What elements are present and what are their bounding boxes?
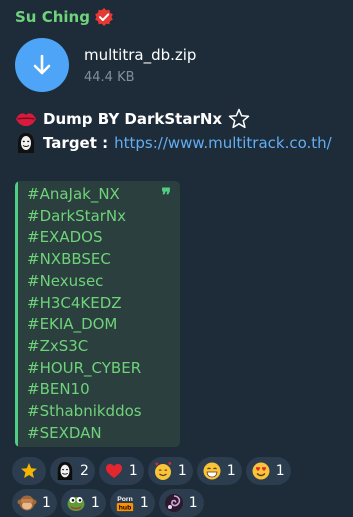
hashtag-item[interactable]: #Nexusec xyxy=(27,271,142,293)
grinning-face-icon xyxy=(202,461,222,481)
quote-accent-bar xyxy=(15,181,18,447)
reaction-count: 1 xyxy=(177,463,187,479)
reaction-grinning[interactable]: 1 xyxy=(196,457,242,485)
message-line-target: Target : https://www.multitrack.co.th/ xyxy=(15,132,332,154)
file-attachment[interactable]: multitra_db.zip 44.4 KB xyxy=(15,38,196,92)
message-line-dump: Dump BY DarkStarNx xyxy=(15,108,256,130)
see-no-evil-monkey-icon xyxy=(17,493,37,513)
hashtag-item[interactable]: #EXADOS xyxy=(27,227,142,249)
reactions-row: 1 1 Porn hub 1 1 xyxy=(12,489,347,517)
sender-name[interactable]: Su Ching xyxy=(15,8,90,26)
star-outline-icon xyxy=(228,108,250,130)
hashtag-item[interactable]: #ZxS3C xyxy=(27,336,142,358)
hacker-mask-icon xyxy=(15,132,37,154)
reaction-count: 1 xyxy=(226,463,236,479)
sender-header[interactable]: Su Ching xyxy=(15,7,114,27)
hashtag-list: #AnaJak_NX #DarkStarNx #EXADOS #NXBBSEC … xyxy=(27,184,142,444)
reaction-count: 2 xyxy=(80,463,89,479)
hashtag-item[interactable]: #HOUR_CYBER xyxy=(27,358,142,380)
file-name[interactable]: multitra_db.zip xyxy=(84,46,196,64)
reaction-count: 1 xyxy=(275,463,285,479)
download-arrow-icon[interactable] xyxy=(15,38,69,92)
target-link[interactable]: https://www.multitrack.co.th/ xyxy=(114,134,332,152)
message-bubble: Su Ching multitra_db.zip 44.4 KB Dump BY… xyxy=(0,0,353,517)
target-label: Target : xyxy=(43,134,109,152)
logo-text-hub: hub xyxy=(119,505,131,512)
reaction-monkey[interactable]: 1 xyxy=(12,489,57,517)
hashtag-item[interactable]: #SEXDAN xyxy=(27,423,142,445)
hashtag-item[interactable]: #DarkStarNx xyxy=(27,206,142,228)
reaction-count: 1 xyxy=(42,495,51,511)
verified-badge-icon xyxy=(94,7,114,27)
reaction-pepe[interactable]: 1 xyxy=(60,489,106,517)
reaction-hacker-mask[interactable]: 2 xyxy=(50,457,95,485)
reaction-count: 1 xyxy=(188,495,198,511)
file-meta: multitra_db.zip 44.4 KB xyxy=(84,46,196,85)
hashtag-item[interactable]: #EKIA_DOM xyxy=(27,314,142,336)
hashtag-item[interactable]: #Sthabnikddos xyxy=(27,401,142,423)
pepe-frog-icon xyxy=(66,493,86,513)
reaction-heart-eyes[interactable]: 1 xyxy=(245,457,291,485)
swirl-avatar-icon xyxy=(164,493,184,513)
lips-icon xyxy=(15,108,37,130)
hacker-mask-icon xyxy=(55,461,75,481)
star-icon xyxy=(19,461,39,481)
hashtag-item[interactable]: #H3C4KEDZ xyxy=(27,293,142,315)
hashtag-item[interactable]: #AnaJak_NX xyxy=(27,184,142,206)
reaction-star[interactable] xyxy=(12,457,46,485)
pornhub-logo-icon: Porn hub xyxy=(115,493,135,513)
reaction-red-heart[interactable]: 1 xyxy=(98,457,144,485)
heart-eyes-face-icon xyxy=(251,461,271,481)
hashtag-item[interactable]: #NXBBSEC xyxy=(27,249,142,271)
reaction-smiling-hearts[interactable]: 1 xyxy=(147,457,193,485)
reaction-count: 1 xyxy=(90,495,100,511)
reaction-pornhub[interactable]: Porn hub 1 xyxy=(109,489,155,517)
reaction-swirl-avatar[interactable]: 1 xyxy=(158,489,204,517)
reaction-count: 1 xyxy=(139,495,149,511)
hashtag-quote-block: ❞ #AnaJak_NX #DarkStarNx #EXADOS #NXBBSE… xyxy=(15,181,180,447)
file-size: 44.4 KB xyxy=(84,69,135,85)
logo-text-porn: Porn xyxy=(117,496,132,503)
dump-by-text: Dump BY DarkStarNx xyxy=(43,110,223,128)
reactions-row: 2 1 1 1 1 xyxy=(12,457,347,485)
quote-mark-icon: ❞ xyxy=(161,185,171,206)
reactions-bar: 2 1 1 1 1 1 1 Porn hub 1 1 xyxy=(12,457,347,517)
smiling-face-with-hearts-icon xyxy=(153,461,173,481)
reaction-count: 1 xyxy=(128,463,138,479)
red-heart-icon xyxy=(104,461,124,481)
hashtag-item[interactable]: #BEN10 xyxy=(27,379,142,401)
